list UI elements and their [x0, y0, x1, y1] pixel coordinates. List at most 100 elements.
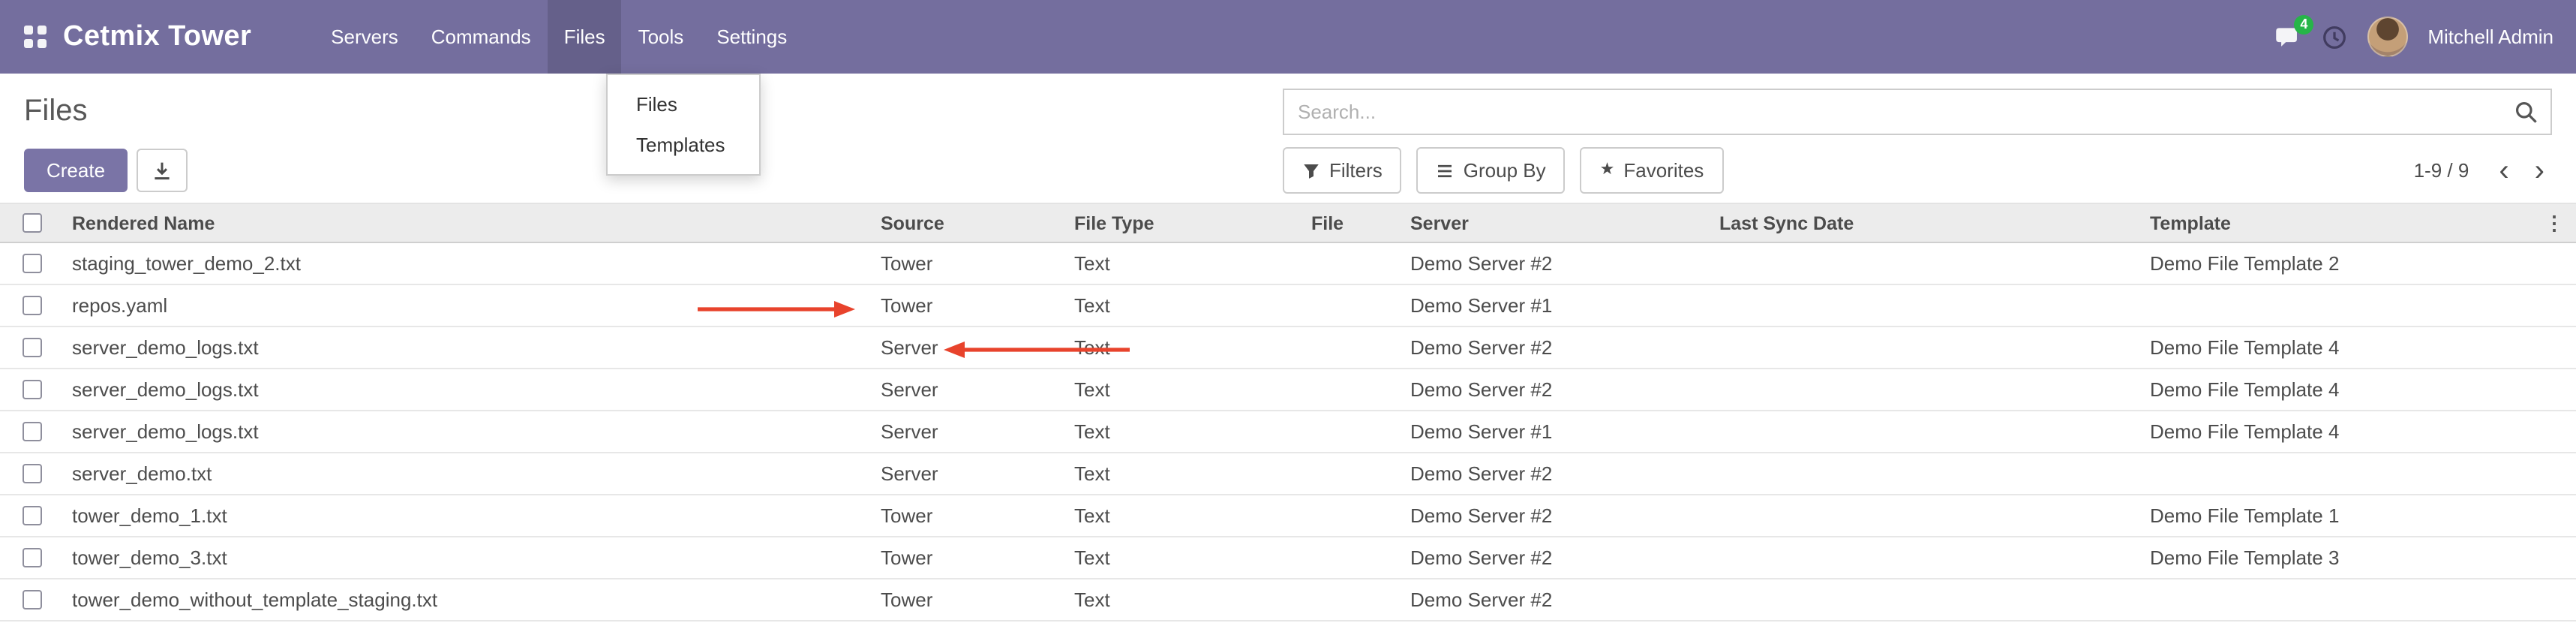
menu-item-commands[interactable]: Commands	[415, 0, 548, 74]
table-row[interactable]: staging_tower_demo_2.txtTowerTextDemo Se…	[0, 243, 2576, 285]
row-checkbox[interactable]	[23, 296, 42, 315]
search-tools: Filters Group By ★ Favorites 1-9 / 9 ‹ ›	[1283, 147, 2552, 194]
table-row[interactable]: server_demo.txtServerTextDemo Server #2	[0, 453, 2576, 495]
cell-rendered-name: repos.yaml	[66, 285, 875, 326]
cell-source: Server	[875, 327, 1068, 368]
table-row[interactable]: tower_demo_1.txtTowerTextDemo Server #2D…	[0, 495, 2576, 537]
cell-file	[1305, 453, 1404, 494]
activities-icon[interactable]	[2321, 23, 2348, 50]
cell-last-sync-date	[1713, 327, 2144, 368]
row-checkbox[interactable]	[23, 464, 42, 483]
cell-source: Server	[875, 453, 1068, 494]
brand-title[interactable]: Cetmix Tower	[63, 20, 251, 53]
cell-server: Demo Server #2	[1404, 537, 1713, 578]
cell-source: Tower	[875, 537, 1068, 578]
cell-server: Demo Server #1	[1404, 285, 1713, 326]
table-header: Rendered NameSourceFile TypeFileServerLa…	[0, 203, 2576, 243]
select-all-checkbox[interactable]	[23, 213, 42, 233]
table-row[interactable]: server_demo_logs.txtServerTextDemo Serve…	[0, 327, 2576, 369]
row-checkbox[interactable]	[23, 590, 42, 609]
create-button[interactable]: Create	[24, 149, 128, 192]
cell-last-sync-date	[1713, 285, 2144, 326]
column-header-last-sync-date[interactable]: Last Sync Date	[1713, 204, 2144, 242]
cell-file-type: Text	[1068, 411, 1305, 452]
row-end-spacer	[2543, 453, 2576, 494]
search-bar[interactable]	[1283, 89, 2552, 135]
table-body: staging_tower_demo_2.txtTowerTextDemo Se…	[0, 243, 2576, 621]
row-select-cell	[0, 453, 66, 494]
cell-file-type: Text	[1068, 327, 1305, 368]
row-checkbox[interactable]	[23, 380, 42, 399]
export-button[interactable]	[137, 149, 188, 192]
cell-server: Demo Server #2	[1404, 243, 1713, 284]
column-header-server[interactable]: Server	[1404, 204, 1713, 242]
search-input[interactable]	[1284, 90, 2550, 134]
dropdown-item-templates[interactable]: Templates	[608, 125, 759, 165]
search-icon[interactable]	[2514, 101, 2538, 125]
table-row[interactable]: tower_demo_without_template_staging.txtT…	[0, 579, 2576, 621]
breadcrumb-search-row: Files	[24, 89, 2552, 135]
cell-last-sync-date	[1713, 537, 2144, 578]
table-row[interactable]: tower_demo_3.txtTowerTextDemo Server #2D…	[0, 537, 2576, 579]
cell-file	[1305, 285, 1404, 326]
apps-grid-square	[38, 26, 47, 35]
row-select-cell	[0, 537, 66, 578]
messages-icon[interactable]: 4	[2273, 23, 2301, 50]
column-header-file[interactable]: File	[1305, 204, 1404, 242]
cell-template	[2144, 579, 2543, 620]
main-menu: ServersCommandsFilesToolsSettings	[314, 0, 803, 74]
row-end-spacer	[2543, 369, 2576, 410]
row-checkbox[interactable]	[23, 422, 42, 441]
pager-range: 1-9 / 9	[2414, 159, 2469, 182]
cell-file-type: Text	[1068, 453, 1305, 494]
column-header-rendered-name[interactable]: Rendered Name	[66, 204, 875, 242]
column-header-template[interactable]: Template	[2144, 204, 2543, 242]
column-header-source[interactable]: Source	[875, 204, 1068, 242]
cell-source: Tower	[875, 243, 1068, 284]
pager-next-button[interactable]: ›	[2527, 155, 2552, 185]
table-row[interactable]: repos.yamlTowerTextDemo Server #1	[0, 285, 2576, 327]
dropdown-item-files[interactable]: Files	[608, 84, 759, 125]
select-all-cell	[0, 204, 66, 242]
row-checkbox[interactable]	[23, 548, 42, 567]
avatar[interactable]	[2367, 17, 2408, 57]
cell-file-type: Text	[1068, 369, 1305, 410]
apps-grid-square	[24, 26, 33, 35]
row-select-cell	[0, 411, 66, 452]
menu-item-files[interactable]: Files	[548, 0, 622, 74]
top-navbar: Cetmix Tower ServersCommandsFilesToolsSe…	[0, 0, 2576, 74]
cell-template: Demo File Template 4	[2144, 411, 2543, 452]
cell-last-sync-date	[1713, 369, 2144, 410]
cell-rendered-name: tower_demo_without_template_staging.txt	[66, 579, 875, 620]
group-by-button[interactable]: Group By	[1417, 147, 1566, 194]
table-row[interactable]: server_demo_logs.txtServerTextDemo Serve…	[0, 411, 2576, 453]
row-select-cell	[0, 369, 66, 410]
column-header-file-type[interactable]: File Type	[1068, 204, 1305, 242]
menu-item-servers[interactable]: Servers	[314, 0, 415, 74]
clock-icon	[2321, 23, 2348, 50]
cell-file	[1305, 327, 1404, 368]
row-checkbox[interactable]	[23, 338, 42, 357]
cell-last-sync-date	[1713, 243, 2144, 284]
apps-grid-square	[24, 39, 33, 48]
row-select-cell	[0, 327, 66, 368]
menu-item-settings[interactable]: Settings	[700, 0, 803, 74]
row-end-spacer	[2543, 495, 2576, 536]
pager-previous-button[interactable]: ‹	[2491, 155, 2516, 185]
cell-rendered-name: staging_tower_demo_2.txt	[66, 243, 875, 284]
apps-grid-icon[interactable]	[24, 26, 47, 48]
cell-file-type: Text	[1068, 285, 1305, 326]
cell-file	[1305, 369, 1404, 410]
user-menu[interactable]: Mitchell Admin	[2427, 26, 2553, 48]
row-end-spacer	[2543, 579, 2576, 620]
download-icon	[152, 160, 173, 181]
row-checkbox[interactable]	[23, 254, 42, 273]
cell-server: Demo Server #2	[1404, 579, 1713, 620]
menu-item-tools[interactable]: Tools	[622, 0, 701, 74]
favorites-button[interactable]: ★ Favorites	[1581, 147, 1724, 194]
table-row[interactable]: server_demo_logs.txtServerTextDemo Serve…	[0, 369, 2576, 411]
filters-button[interactable]: Filters	[1283, 147, 1402, 194]
filter-funnel-icon	[1302, 161, 1320, 179]
row-checkbox[interactable]	[23, 506, 42, 525]
optional-columns-icon[interactable]: ⋮	[2543, 204, 2576, 242]
